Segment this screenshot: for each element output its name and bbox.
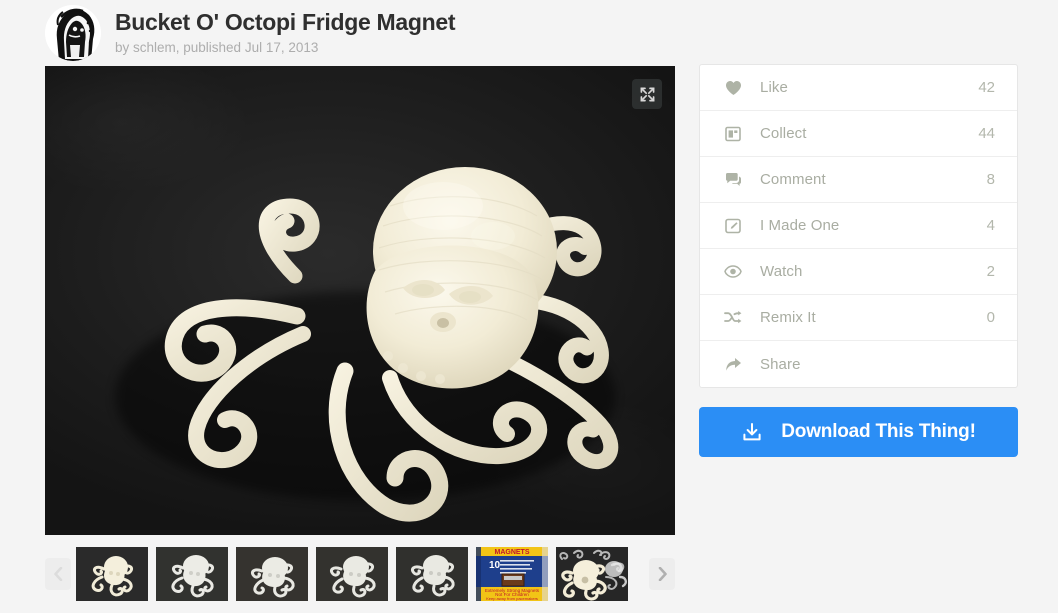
expand-fullscreen-button[interactable] [632, 79, 662, 109]
thumbnail-strip: MAGNETS 10 Extremely Strong Magnets Not … [45, 545, 675, 603]
eye-icon [722, 265, 744, 278]
sidebar-item-label: Collect [760, 125, 807, 142]
octopus-photo-illustration [115, 167, 619, 522]
octopus-thumb-4 [316, 547, 388, 601]
sidebar-item-comment[interactable]: Comment 8 [700, 157, 1017, 203]
thumbnail-list: MAGNETS 10 Extremely Strong Magnets Not … [76, 547, 644, 601]
sidebar-item-like[interactable]: Like 42 [700, 65, 1017, 111]
sidebar-item-count: 0 [986, 309, 995, 326]
sidebar-item-label: Share [760, 355, 801, 373]
list-item[interactable] [556, 547, 628, 601]
sidebar-item-count: 4 [986, 217, 995, 234]
octopi-group-thumb [556, 547, 628, 601]
avatar[interactable] [45, 5, 101, 61]
page-header: Bucket O' Octopi Fridge Magnet by schlem… [45, 4, 685, 62]
heart-icon [722, 80, 744, 96]
sidebar-item-label: Like [760, 79, 788, 96]
list-item[interactable] [156, 547, 228, 601]
list-item[interactable] [316, 547, 388, 601]
share-icon [722, 356, 744, 372]
list-item[interactable] [236, 547, 308, 601]
sidebar-item-collect[interactable]: Collect 44 [700, 111, 1017, 157]
list-item[interactable] [76, 547, 148, 601]
sidebar-item-label: I Made One [760, 217, 840, 234]
download-icon [741, 421, 763, 443]
sidebar-item-share[interactable]: Share [700, 341, 1017, 387]
octopus-thumb-3 [236, 547, 308, 601]
download-button-label: Download This Thing! [781, 421, 976, 442]
sidebar-item-label: Watch [760, 263, 803, 280]
sidebar-item-i-made-one[interactable]: I Made One 4 [700, 203, 1017, 249]
svg-text:Keep away from pacemakers: Keep away from pacemakers [486, 596, 538, 601]
shuffle-icon [722, 310, 744, 325]
sidebar-item-watch[interactable]: Watch 2 [700, 249, 1017, 295]
thumbnail-next-button[interactable] [649, 558, 675, 590]
svg-text:MAGNETS: MAGNETS [495, 549, 530, 556]
expand-fullscreen-icon [640, 87, 654, 101]
sidebar: Like 42 Collect 44 Comment 8 I Made One … [699, 64, 1018, 457]
comment-icon [722, 172, 744, 187]
sidebar-item-remix-it[interactable]: Remix It 0 [700, 295, 1017, 341]
collect-icon [722, 126, 744, 142]
action-list-card: Like 42 Collect 44 Comment 8 I Made One … [699, 64, 1018, 388]
download-button[interactable]: Download This Thing! [699, 407, 1018, 457]
sidebar-item-label: Remix It [760, 309, 816, 326]
header-text-block: Bucket O' Octopi Fridge Magnet by schlem… [115, 9, 456, 55]
sidebar-item-count: 8 [986, 171, 995, 188]
sidebar-item-label: Comment [760, 171, 826, 188]
list-item[interactable]: MAGNETS 10 Extremely Strong Magnets Not … [476, 547, 548, 601]
octopus-thumb-2 [156, 547, 228, 601]
sidebar-item-count: 42 [978, 79, 995, 96]
page-title: Bucket O' Octopi Fridge Magnet [115, 9, 456, 36]
svg-text:10: 10 [489, 560, 501, 571]
octopus-thumb-5 [396, 547, 468, 601]
made-one-icon [722, 218, 744, 234]
sidebar-item-count: 44 [978, 125, 995, 142]
user-portrait-avatar-icon [45, 5, 101, 61]
main-image[interactable] [45, 66, 675, 535]
list-item[interactable] [396, 547, 468, 601]
chevron-left-icon [53, 567, 62, 581]
octopus-thumb-1 [76, 547, 148, 601]
magnets-package-thumb: MAGNETS 10 Extremely Strong Magnets Not … [476, 547, 548, 601]
byline: by schlem, published Jul 17, 2013 [115, 39, 319, 55]
sidebar-item-count: 2 [986, 263, 995, 280]
thing-detail-page: Bucket O' Octopi Fridge Magnet by schlem… [0, 0, 1058, 613]
thumbnail-prev-button[interactable] [45, 558, 71, 590]
chevron-right-icon [658, 567, 667, 581]
